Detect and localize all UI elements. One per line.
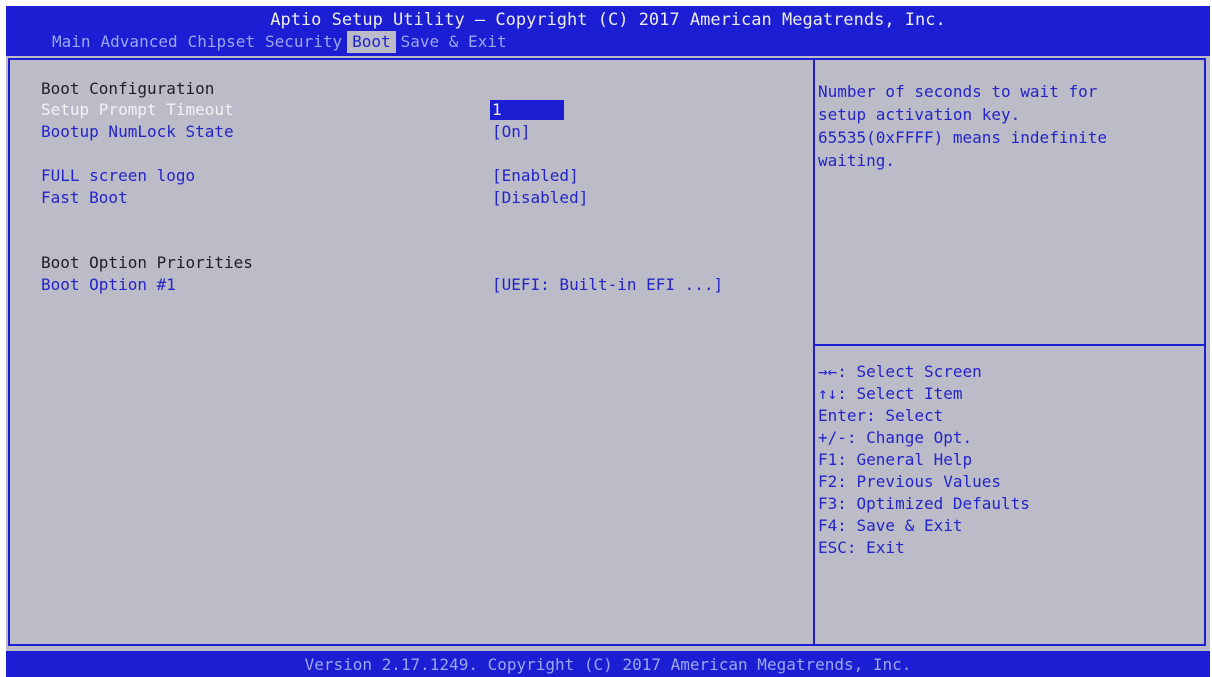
key-optimized-defaults: F3: Optimized Defaults [818, 494, 1030, 513]
key-select-item: ↑↓: Select Item [818, 384, 963, 403]
fast-boot-value[interactable]: [Disabled] [492, 187, 588, 209]
setup-prompt-timeout-field[interactable]: 1 [490, 100, 564, 120]
tab-bar: Main Advanced Chipset Security Boot Save… [47, 31, 512, 53]
key-legend: →←: Select Screen ↑↓: Select Item Enter:… [818, 361, 1198, 559]
footer-bar: Version 2.17.1249. Copyright (C) 2017 Am… [6, 651, 1210, 677]
fast-boot-label[interactable]: Fast Boot [41, 187, 128, 209]
tab-advanced[interactable]: Advanced [96, 31, 183, 53]
boot-option-1-value[interactable]: [UEFI: Built-in EFI ...] [492, 274, 723, 296]
help-line: 65535(0xFFFF) means indefinite [818, 128, 1107, 147]
bootup-numlock-state-value[interactable]: [On] [492, 121, 531, 143]
key-enter-select: Enter: Select [818, 406, 944, 425]
main-panel: Boot Configuration Setup Prompt Timeout … [8, 58, 1206, 646]
section-heading-boot-option-priorities: Boot Option Priorities [41, 253, 253, 272]
vertical-divider [813, 60, 815, 644]
header-bar: Aptio Setup Utility – Copyright (C) 2017… [6, 6, 1210, 56]
help-line: Number of seconds to wait for [818, 82, 1098, 101]
version-text: Version 2.17.1249. Copyright (C) 2017 Am… [304, 655, 912, 674]
setup-prompt-timeout-label[interactable]: Setup Prompt Timeout [41, 99, 234, 121]
key-select-screen: →←: Select Screen [818, 362, 982, 381]
full-screen-logo-label[interactable]: FULL screen logo [41, 165, 195, 187]
full-screen-logo-value[interactable]: [Enabled] [492, 165, 579, 187]
key-change-opt: +/-: Change Opt. [818, 428, 973, 447]
tab-save-exit[interactable]: Save & Exit [396, 31, 512, 53]
key-save-exit: F4: Save & Exit [818, 516, 963, 535]
key-esc-exit: ESC: Exit [818, 538, 905, 557]
help-line: waiting. [818, 151, 896, 170]
help-divider [815, 344, 1204, 346]
tab-boot[interactable]: Boot [347, 31, 396, 53]
boot-option-1-label[interactable]: Boot Option #1 [41, 274, 176, 296]
tab-chipset[interactable]: Chipset [183, 31, 260, 53]
help-text: Number of seconds to wait for setup acti… [818, 80, 1198, 172]
bootup-numlock-state-label[interactable]: Bootup NumLock State [41, 121, 234, 143]
tab-main[interactable]: Main [47, 31, 96, 53]
help-line: setup activation key. [818, 105, 1021, 124]
bios-screen: Aptio Setup Utility – Copyright (C) 2017… [6, 6, 1210, 677]
key-general-help: F1: General Help [818, 450, 973, 469]
section-heading-boot-configuration: Boot Configuration [41, 79, 215, 98]
app-title: Aptio Setup Utility – Copyright (C) 2017… [270, 10, 946, 30]
key-previous-values: F2: Previous Values [818, 472, 1002, 491]
tab-security[interactable]: Security [260, 31, 347, 53]
